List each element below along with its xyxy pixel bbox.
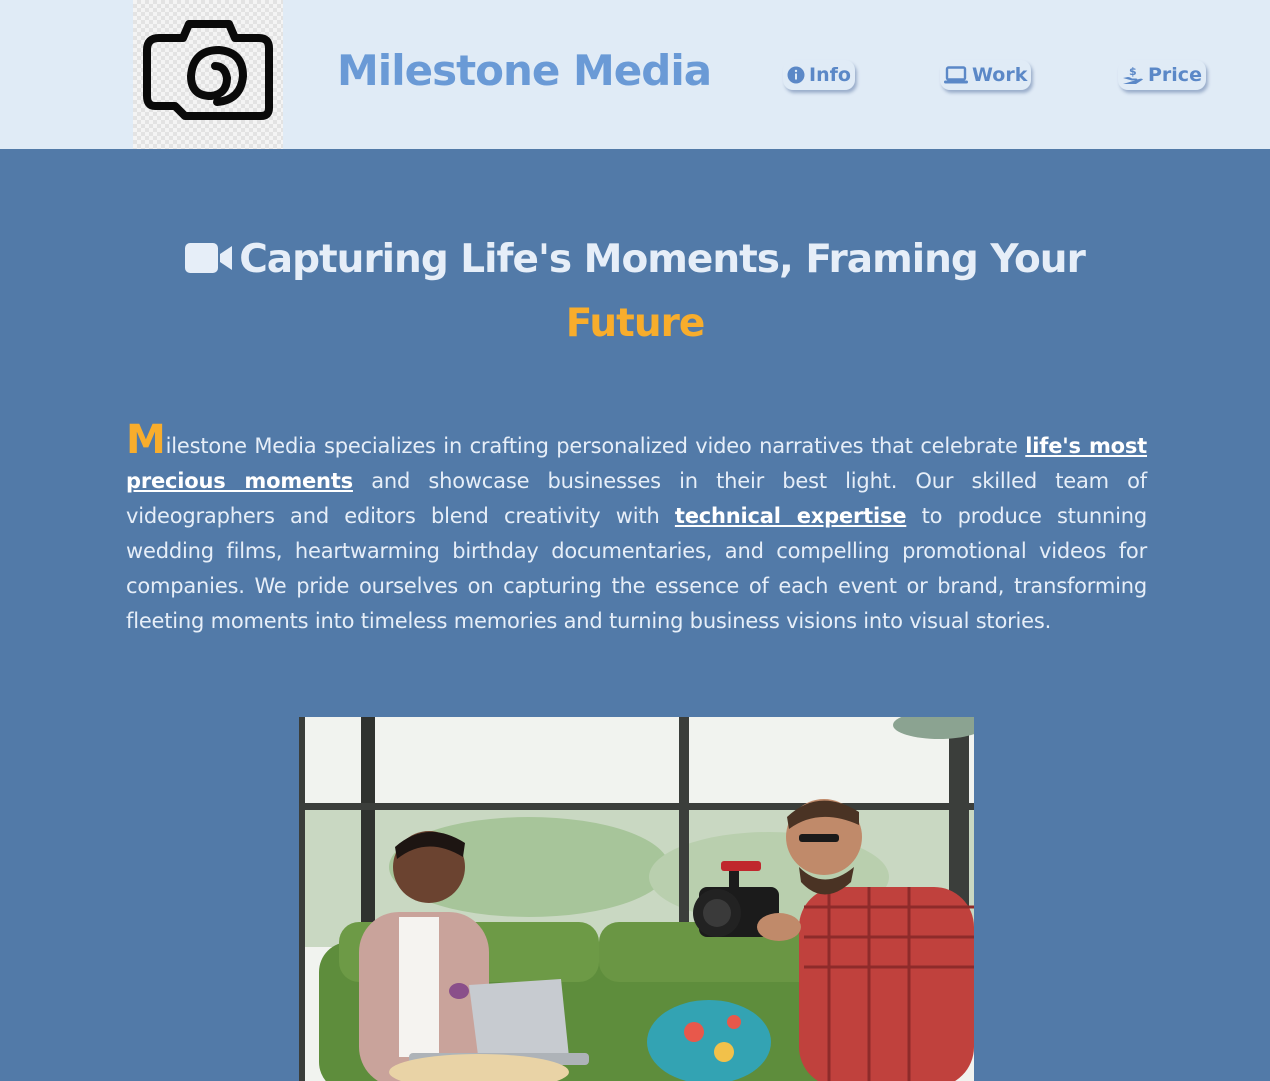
drop-cap-letter: M xyxy=(126,417,166,463)
hero-headline: Capturing Life's Moments, Framing Your F… xyxy=(0,228,1270,356)
svg-text:$: $ xyxy=(1129,65,1137,78)
videographer-photo xyxy=(299,717,974,1081)
intro-paragraph: Milestone Media specializes in crafting … xyxy=(126,420,1147,639)
hero-title-accent: Future xyxy=(565,301,706,346)
intro-text-1: ilestone Media specializes in crafting p… xyxy=(165,434,1026,458)
video-camera-icon xyxy=(185,243,233,273)
nav-work-button[interactable]: Work xyxy=(940,60,1031,90)
nav-info-label: Info xyxy=(809,64,851,86)
camera-logo-icon xyxy=(143,20,273,120)
laptop-icon xyxy=(944,66,968,84)
hero-title-main: Capturing Life's Moments, Framing Your xyxy=(239,237,1086,282)
brand-title[interactable]: Milestone Media xyxy=(337,46,712,95)
nav-info-button[interactable]: Info xyxy=(783,60,855,90)
nav-work-label: Work xyxy=(972,64,1028,86)
nav-price-button[interactable]: $ Price xyxy=(1118,60,1206,90)
hand-dollar-icon: $ xyxy=(1123,65,1143,84)
info-circle-icon xyxy=(787,66,805,84)
nav-price-label: Price xyxy=(1148,64,1202,86)
technical-expertise-link[interactable]: technical expertise xyxy=(675,504,907,528)
logo[interactable] xyxy=(133,0,283,149)
site-header: Milestone Media Info Work $ Price xyxy=(0,0,1270,149)
